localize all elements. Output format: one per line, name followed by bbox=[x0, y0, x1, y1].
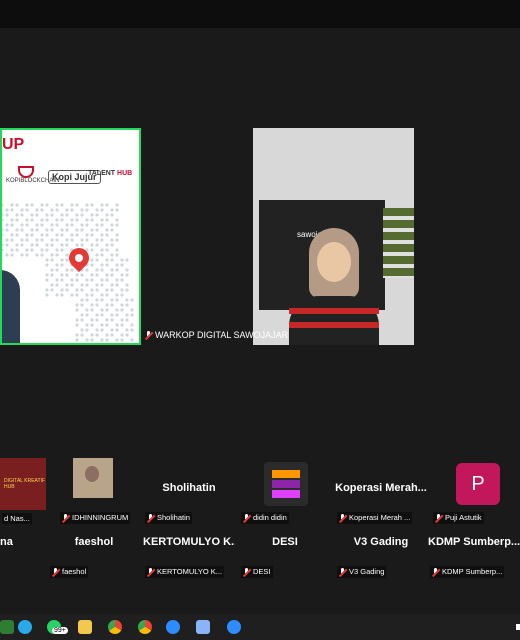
zoom-icon[interactable] bbox=[166, 620, 180, 634]
participant-name: DESI bbox=[272, 536, 298, 548]
coffee-cup-icon bbox=[18, 166, 34, 178]
notification-badge: 99+ bbox=[52, 627, 68, 634]
participant-name: KDMP Sumberp... bbox=[428, 536, 520, 548]
participant-label: KERTOMULYO K... bbox=[145, 566, 225, 578]
participant-name: Sholihatin bbox=[162, 482, 216, 494]
participant-name: faeshol bbox=[74, 536, 114, 548]
mic-off-icon bbox=[339, 568, 346, 577]
participant-tile[interactable]: Sholihatin Sholihatin bbox=[143, 466, 235, 524]
presenter-video-tile[interactable]: UP KOPIBLOCKCHAIN Kopi Jujur TALENT HUB bbox=[0, 128, 141, 345]
os-taskbar: 99+ bbox=[0, 614, 520, 640]
participant-label: V3 Gading bbox=[337, 566, 387, 578]
participant-tile[interactable]: didin didin bbox=[239, 466, 331, 524]
participant-tile[interactable]: Koperasi Merah... Koperasi Merah ... bbox=[335, 466, 427, 524]
participant-name: V3 Gading bbox=[353, 536, 409, 548]
mic-off-icon bbox=[145, 331, 152, 340]
participant-tile[interactable]: na bbox=[0, 520, 52, 572]
participant-person bbox=[289, 228, 379, 345]
talent-hub-logo: TALENT HUB bbox=[88, 170, 133, 177]
notes-icon[interactable] bbox=[196, 620, 210, 634]
presentation-heading: UP bbox=[2, 136, 25, 153]
participant-tile[interactable]: IDHINNINGRUM bbox=[58, 466, 150, 524]
participant-gallery: DIGITAL KREATIF HUB P d Nas... IDHINNING… bbox=[0, 458, 520, 578]
telegram-icon[interactable] bbox=[18, 620, 32, 634]
participant-name: KERTOMULYO K... bbox=[143, 536, 235, 548]
participant-tile[interactable]: V3 Gading V3 Gading bbox=[335, 520, 427, 578]
participant-tile[interactable]: KDMP Sumberp... KDMP Sumberp... bbox=[428, 520, 520, 578]
participant-label: faeshol bbox=[50, 566, 89, 578]
chrome-icon[interactable] bbox=[108, 620, 122, 634]
zoom-icon[interactable] bbox=[227, 620, 241, 634]
meeting-stage: UP KOPIBLOCKCHAIN Kopi Jujur TALENT HUB … bbox=[0, 28, 520, 458]
folder-icon[interactable] bbox=[78, 620, 92, 634]
mic-off-icon bbox=[147, 568, 154, 577]
warkop-name-tag: WARKOP DIGITAL SAWOJAJAR bbox=[145, 330, 288, 340]
warkop-video-tile[interactable]: sawoja bbox=[253, 128, 414, 345]
shelf bbox=[383, 208, 414, 278]
participant-label: DESI bbox=[241, 566, 273, 578]
chrome-icon[interactable] bbox=[138, 620, 152, 634]
window-top-bar bbox=[0, 0, 520, 28]
mic-off-icon bbox=[432, 568, 439, 577]
participant-tile[interactable]: KERTOMULYO K... KERTOMULYO K... bbox=[143, 520, 235, 578]
mic-off-icon bbox=[52, 568, 59, 577]
mic-off-icon bbox=[243, 568, 250, 577]
participant-tile[interactable]: DESI DESI bbox=[239, 520, 331, 578]
participant-name: na bbox=[0, 536, 13, 548]
participant-label: KDMP Sumberp... bbox=[430, 566, 505, 578]
chevron-right-icon[interactable] bbox=[516, 624, 520, 630]
participant-tile[interactable]: faeshol faeshol bbox=[48, 520, 140, 578]
presenter-person bbox=[2, 270, 20, 343]
participant-name: Koperasi Merah... bbox=[335, 482, 427, 494]
participant-tile[interactable]: Puji Astutik bbox=[431, 466, 520, 524]
app-icon[interactable] bbox=[0, 620, 14, 634]
